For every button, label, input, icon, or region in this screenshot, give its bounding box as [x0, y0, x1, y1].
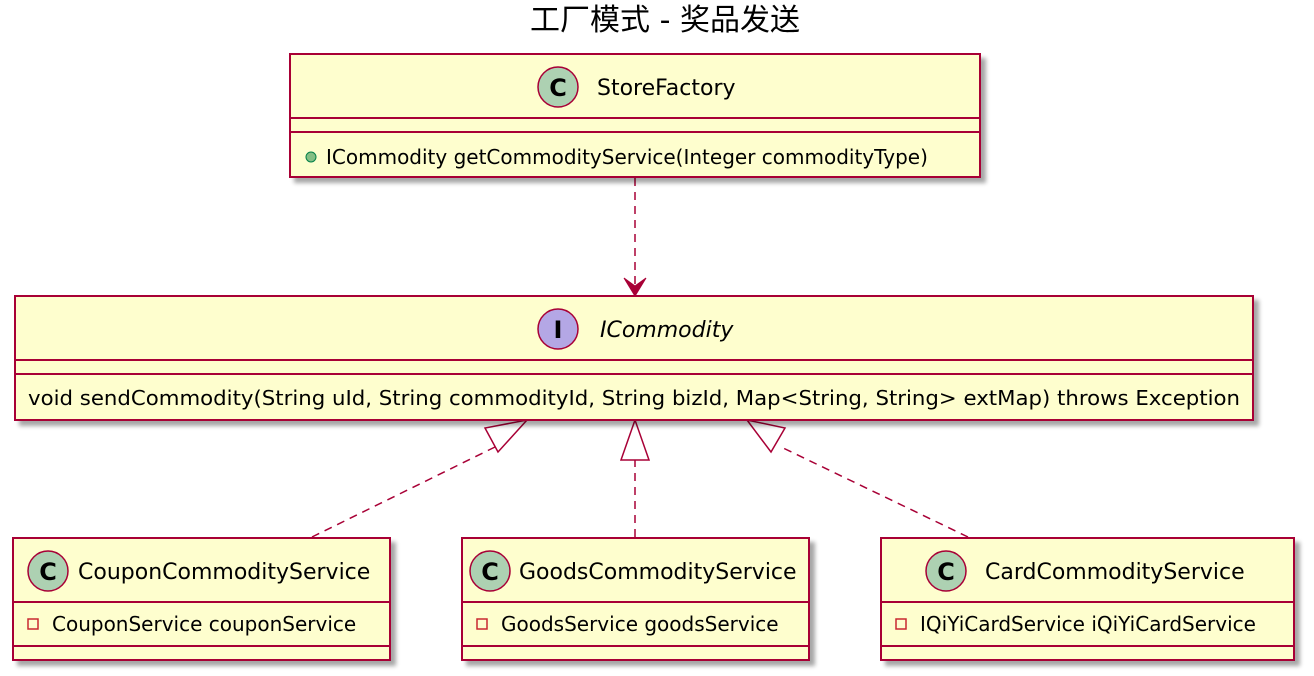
class-member: IQiYiCardService iQiYiCardService [920, 612, 1256, 636]
diagram-title: 工厂模式 - 奖品发送 [530, 3, 800, 38]
class-name: CardCommodityService [985, 560, 1245, 585]
class-badge-letter: C [481, 558, 499, 586]
class-badge-icon: C [469, 550, 511, 592]
class-coupon-commodity-service[interactable]: C CouponCommodityService CouponService c… [12, 537, 391, 661]
interface-member: void sendCommodity(String uId, String co… [28, 386, 1240, 410]
class-badge-icon: C [537, 66, 579, 108]
class-member: GoodsService goodsService [501, 612, 779, 636]
interface-badge-letter: I [554, 316, 563, 344]
class-store-factory[interactable]: C StoreFactory ICommodity getCommoditySe… [289, 53, 981, 178]
interface-badge-icon: I [537, 308, 579, 350]
realization-arrow-goods [619, 417, 651, 537]
class-badge-icon: C [27, 550, 69, 592]
realization-arrow-coupon [311, 418, 530, 538]
interface-icommodity[interactable]: I ICommodity void sendCommodity(String u… [14, 295, 1254, 421]
class-name: GoodsCommodityService [519, 560, 797, 585]
class-name: CouponCommodityService [78, 560, 370, 585]
class-name: StoreFactory [597, 76, 736, 101]
class-member: CouponService couponService [52, 612, 356, 636]
interface-name: ICommodity [600, 318, 734, 343]
class-badge-letter: C [937, 558, 955, 586]
class-goods-commodity-service[interactable]: C GoodsCommodityService GoodsService goo… [461, 537, 810, 661]
class-badge-icon: C [925, 550, 967, 592]
class-card-commodity-service[interactable]: C CardCommodityService IQiYiCardService … [880, 537, 1295, 661]
public-visibility-icon [305, 151, 317, 163]
class-member: ICommodity getCommodityService(Integer c… [326, 145, 928, 169]
dependency-arrow [623, 178, 647, 297]
uml-class-diagram: 工厂模式 - 奖品发送 C StoreFactory ICommodity ge… [12, 3, 1295, 661]
class-badge-letter: C [549, 74, 567, 102]
realization-arrow-card [745, 418, 969, 538]
class-badge-letter: C [39, 558, 57, 586]
